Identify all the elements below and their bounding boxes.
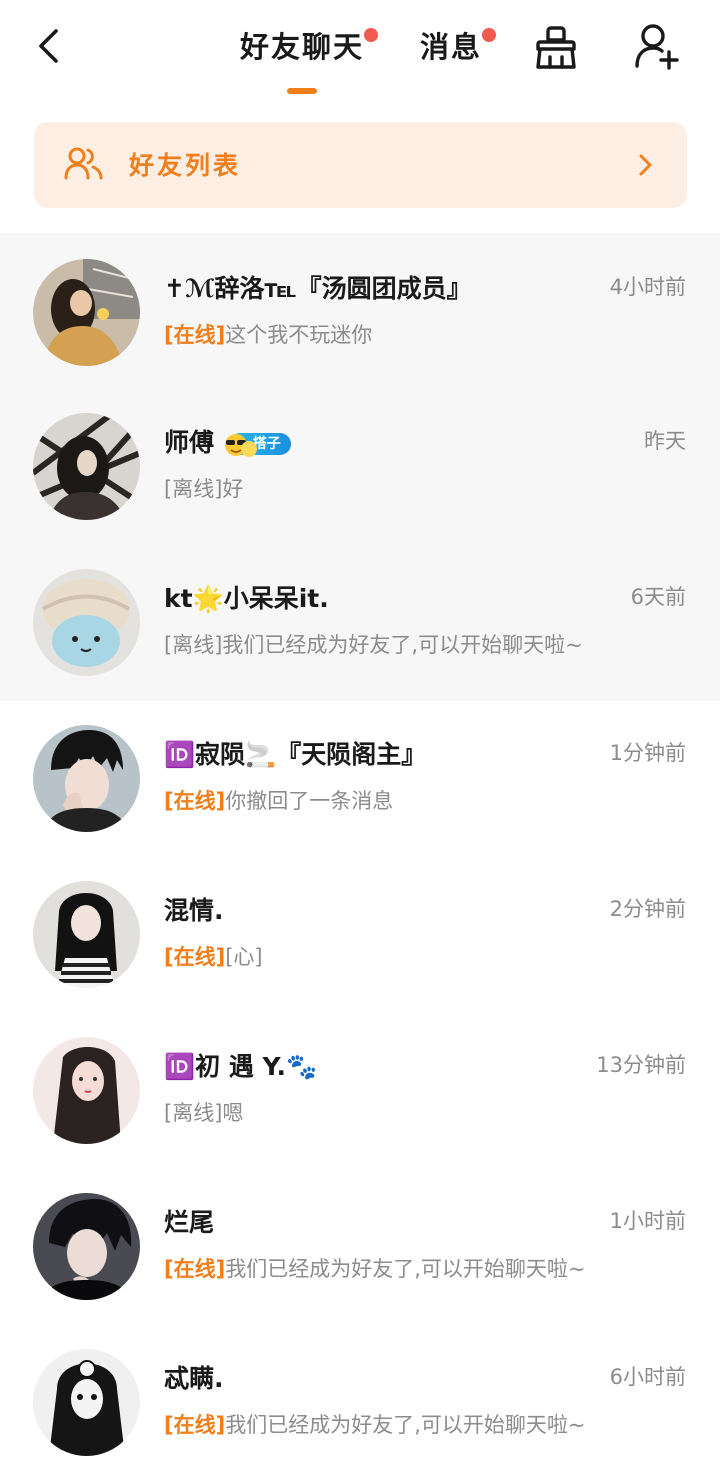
friend-list-label: 好友列表 [129,151,242,180]
status-label: [在线] [164,789,226,813]
contact-name-text: 师傅 [164,428,215,457]
message-preview: [在线][心] [164,941,263,971]
tab-messages[interactable]: 消息 [420,22,497,72]
preview-text: 这个我不玩迷你 [225,323,373,347]
avatar [33,413,140,520]
tab-friend-chat[interactable]: 好友聊天 [240,22,379,72]
conversation-row[interactable]: kt🌟小呆呆it. 6天前 [离线]我们已经成为好友了,可以开始聊天啦~ [0,545,720,701]
conversation-row[interactable]: ✝ℳ辞洛℡『汤圆团成员』 4小时前 [在线]这个我不玩迷你 [0,235,720,389]
clear-button[interactable] [532,24,580,72]
back-icon [39,29,58,63]
avatar [33,1037,140,1144]
friends-icon [64,147,103,180]
contact-name: 🆔初 遇 Y.🐾 [164,1052,318,1081]
conversation-list: ✝ℳ辞洛℡『汤圆团成员』 4小时前 [在线]这个我不玩迷你 师傅 搭子 昨天 [… [0,235,720,1481]
message-preview: [在线]你撤回了一条消息 [164,785,393,815]
emoji-sunglasses-icon [224,434,257,457]
contact-name: 忒瞒. [164,1364,224,1393]
conversation-row[interactable]: 忒瞒. 6小时前 [在线]我们已经成为好友了,可以开始聊天啦~ [0,1325,720,1481]
avatar [33,569,140,676]
contact-name: ✝ℳ辞洛℡『汤圆团成员』 [164,274,472,303]
badge-label: 搭子 [252,436,281,452]
conversation-row[interactable]: 混情. 2分钟前 [在线][心] [0,857,720,1013]
conversation-row[interactable]: 烂尾 1小时前 [在线]我们已经成为好友了,可以开始聊天啦~ [0,1169,720,1325]
add-user-icon [635,24,679,70]
tab-messages-label: 消息 [420,30,483,64]
timestamp: 1小时前 [609,1209,686,1233]
preview-text: 嗯 [222,1101,244,1125]
conversation-row[interactable]: 师傅 搭子 昨天 [离线]好 [0,389,720,545]
timestamp: 1分钟前 [609,741,686,765]
status-label: [在线] [164,1413,226,1437]
status-label: [在线] [164,323,226,347]
add-friend-button[interactable] [632,22,682,72]
status-label: [在线] [164,1257,226,1281]
back-button[interactable] [26,24,70,68]
unread-dot [364,28,379,42]
status-label: [在线] [164,945,226,969]
timestamp: 4小时前 [609,275,686,299]
timestamp: 6天前 [630,585,686,609]
timestamp: 13分钟前 [596,1053,686,1077]
message-preview: [离线]嗯 [164,1097,243,1127]
avatar [33,725,140,832]
contact-name: 师傅 搭子 [164,423,291,459]
status-label: [离线] [164,633,223,657]
status-label: [离线] [164,1101,223,1125]
tab-friend-chat-label: 好友聊天 [240,30,365,64]
timestamp: 6小时前 [609,1365,686,1389]
contact-name: kt🌟小呆呆it. [164,584,329,613]
message-preview: [离线]好 [164,473,243,503]
timestamp: 2分钟前 [609,897,686,921]
top-bar: 好友聊天 消息 [0,0,720,110]
conversation-row[interactable]: 🆔初 遇 Y.🐾 13分钟前 [离线]嗯 [0,1013,720,1169]
message-preview: [在线]我们已经成为好友了,可以开始聊天啦~ [164,1253,585,1283]
message-preview: [在线]这个我不玩迷你 [164,319,372,349]
preview-text: 我们已经成为好友了,可以开始聊天啦~ [225,1257,586,1281]
chevron-right-icon [639,154,652,176]
relationship-badge: 搭子 [224,433,291,457]
contact-name: 混情. [164,896,224,925]
avatar [33,259,140,366]
contact-name: 🆔寂陨🚬『天陨阁主』 [164,740,427,769]
preview-text: 好 [222,477,244,501]
timestamp: 昨天 [644,429,686,453]
preview-text: [心] [225,945,263,969]
contact-name: 烂尾 [164,1208,215,1237]
message-preview: [离线]我们已经成为好友了,可以开始聊天啦~ [164,629,583,659]
friend-list-entry[interactable]: 好友列表 [34,122,687,208]
preview-text: 你撤回了一条消息 [225,789,394,813]
active-tab-indicator [287,88,317,94]
avatar [33,1193,140,1300]
broom-icon [536,26,576,69]
message-preview: [在线]我们已经成为好友了,可以开始聊天啦~ [164,1409,585,1439]
status-label: [离线] [164,477,223,501]
avatar [33,1349,140,1456]
conversation-row[interactable]: 🆔寂陨🚬『天陨阁主』 1分钟前 [在线]你撤回了一条消息 [0,701,720,857]
unread-dot [482,28,497,42]
preview-text: 我们已经成为好友了,可以开始聊天啦~ [225,1413,586,1437]
preview-text: 我们已经成为好友了,可以开始聊天啦~ [222,633,583,657]
avatar [33,881,140,988]
